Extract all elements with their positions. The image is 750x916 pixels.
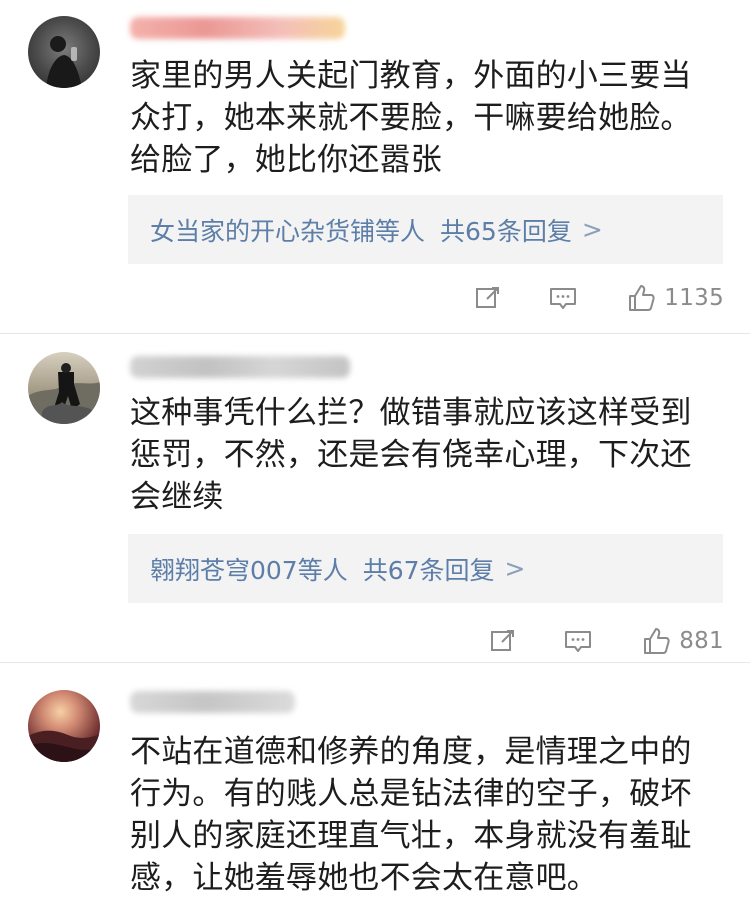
share-edit-icon [476,287,500,308]
username-blurred-3[interactable] [130,691,295,713]
comment-item-3: 不站在道德和修养的角度，是情理之中的行为。有的贱人总是钻法律的空子，破坏别人的家… [0,663,750,916]
avatar-3[interactable] [28,690,100,762]
comment-text-3: 不站在道德和修养的角度，是情理之中的行为。有的贱人总是钻法律的空子，破坏别人的家… [130,734,692,896]
comment-feed: 家里的男人关起门教育，外面的小三要当众打，她本来就不要脸，干嘛要给她脸。给脸了，… [0,0,750,916]
avatar-image-1 [28,16,100,88]
reply-count-2: 共67条回复 [362,555,495,585]
action-bar-1: 1135 [473,278,724,318]
username-blurred-2[interactable] [130,356,350,378]
reply-summary-2[interactable]: 翱翔苍穹007等人 共67条回复 > [128,534,723,603]
reply-summary-1[interactable]: 女当家的开心杂货铺等人 共65条回复 > [128,195,723,264]
like-count-1: 1135 [664,285,724,311]
share-button-1[interactable] [473,283,503,313]
chevron-right-icon: > [504,554,526,583]
comment-button-2[interactable] [563,626,593,656]
chevron-right-icon: > [581,215,603,244]
reply-count-1: 共65条回复 [440,216,572,246]
thumbs-up-icon [644,628,670,654]
like-count-2: 881 [679,628,724,654]
share-button-2[interactable] [488,626,518,656]
share-edit-icon [491,630,515,651]
comment-icon [550,288,577,309]
action-bar-2: 881 [488,621,724,661]
comment-item-2: 这种事凭什么拦？做错事就应该这样受到惩罚，不然，还是会有侥幸心理，下次还会继续 … [0,334,750,662]
comment-icon [565,631,592,652]
comment-text-1: 家里的男人关起门教育，外面的小三要当众打，她本来就不要脸，干嘛要给她脸。给脸了，… [130,58,692,178]
username-blurred-1[interactable] [130,17,345,39]
avatar-image-3 [28,690,100,762]
like-button-2[interactable]: 881 [638,624,724,658]
like-button-1[interactable]: 1135 [623,281,724,315]
comment-text-2: 这种事凭什么拦？做错事就应该这样受到惩罚，不然，还是会有侥幸心理，下次还会继续 [130,395,692,515]
comment-button-1[interactable] [548,283,578,313]
avatar-1[interactable] [28,16,100,88]
avatar-image-2 [28,352,100,424]
reply-users-label-2: 翱翔苍穹007等人 [150,555,348,585]
avatar-2[interactable] [28,352,100,424]
reply-users-label-1: 女当家的开心杂货铺等人 [150,216,426,246]
comment-item-1: 家里的男人关起门教育，外面的小三要当众打，她本来就不要脸，干嘛要给她脸。给脸了，… [0,0,750,333]
thumbs-up-icon [629,285,655,311]
